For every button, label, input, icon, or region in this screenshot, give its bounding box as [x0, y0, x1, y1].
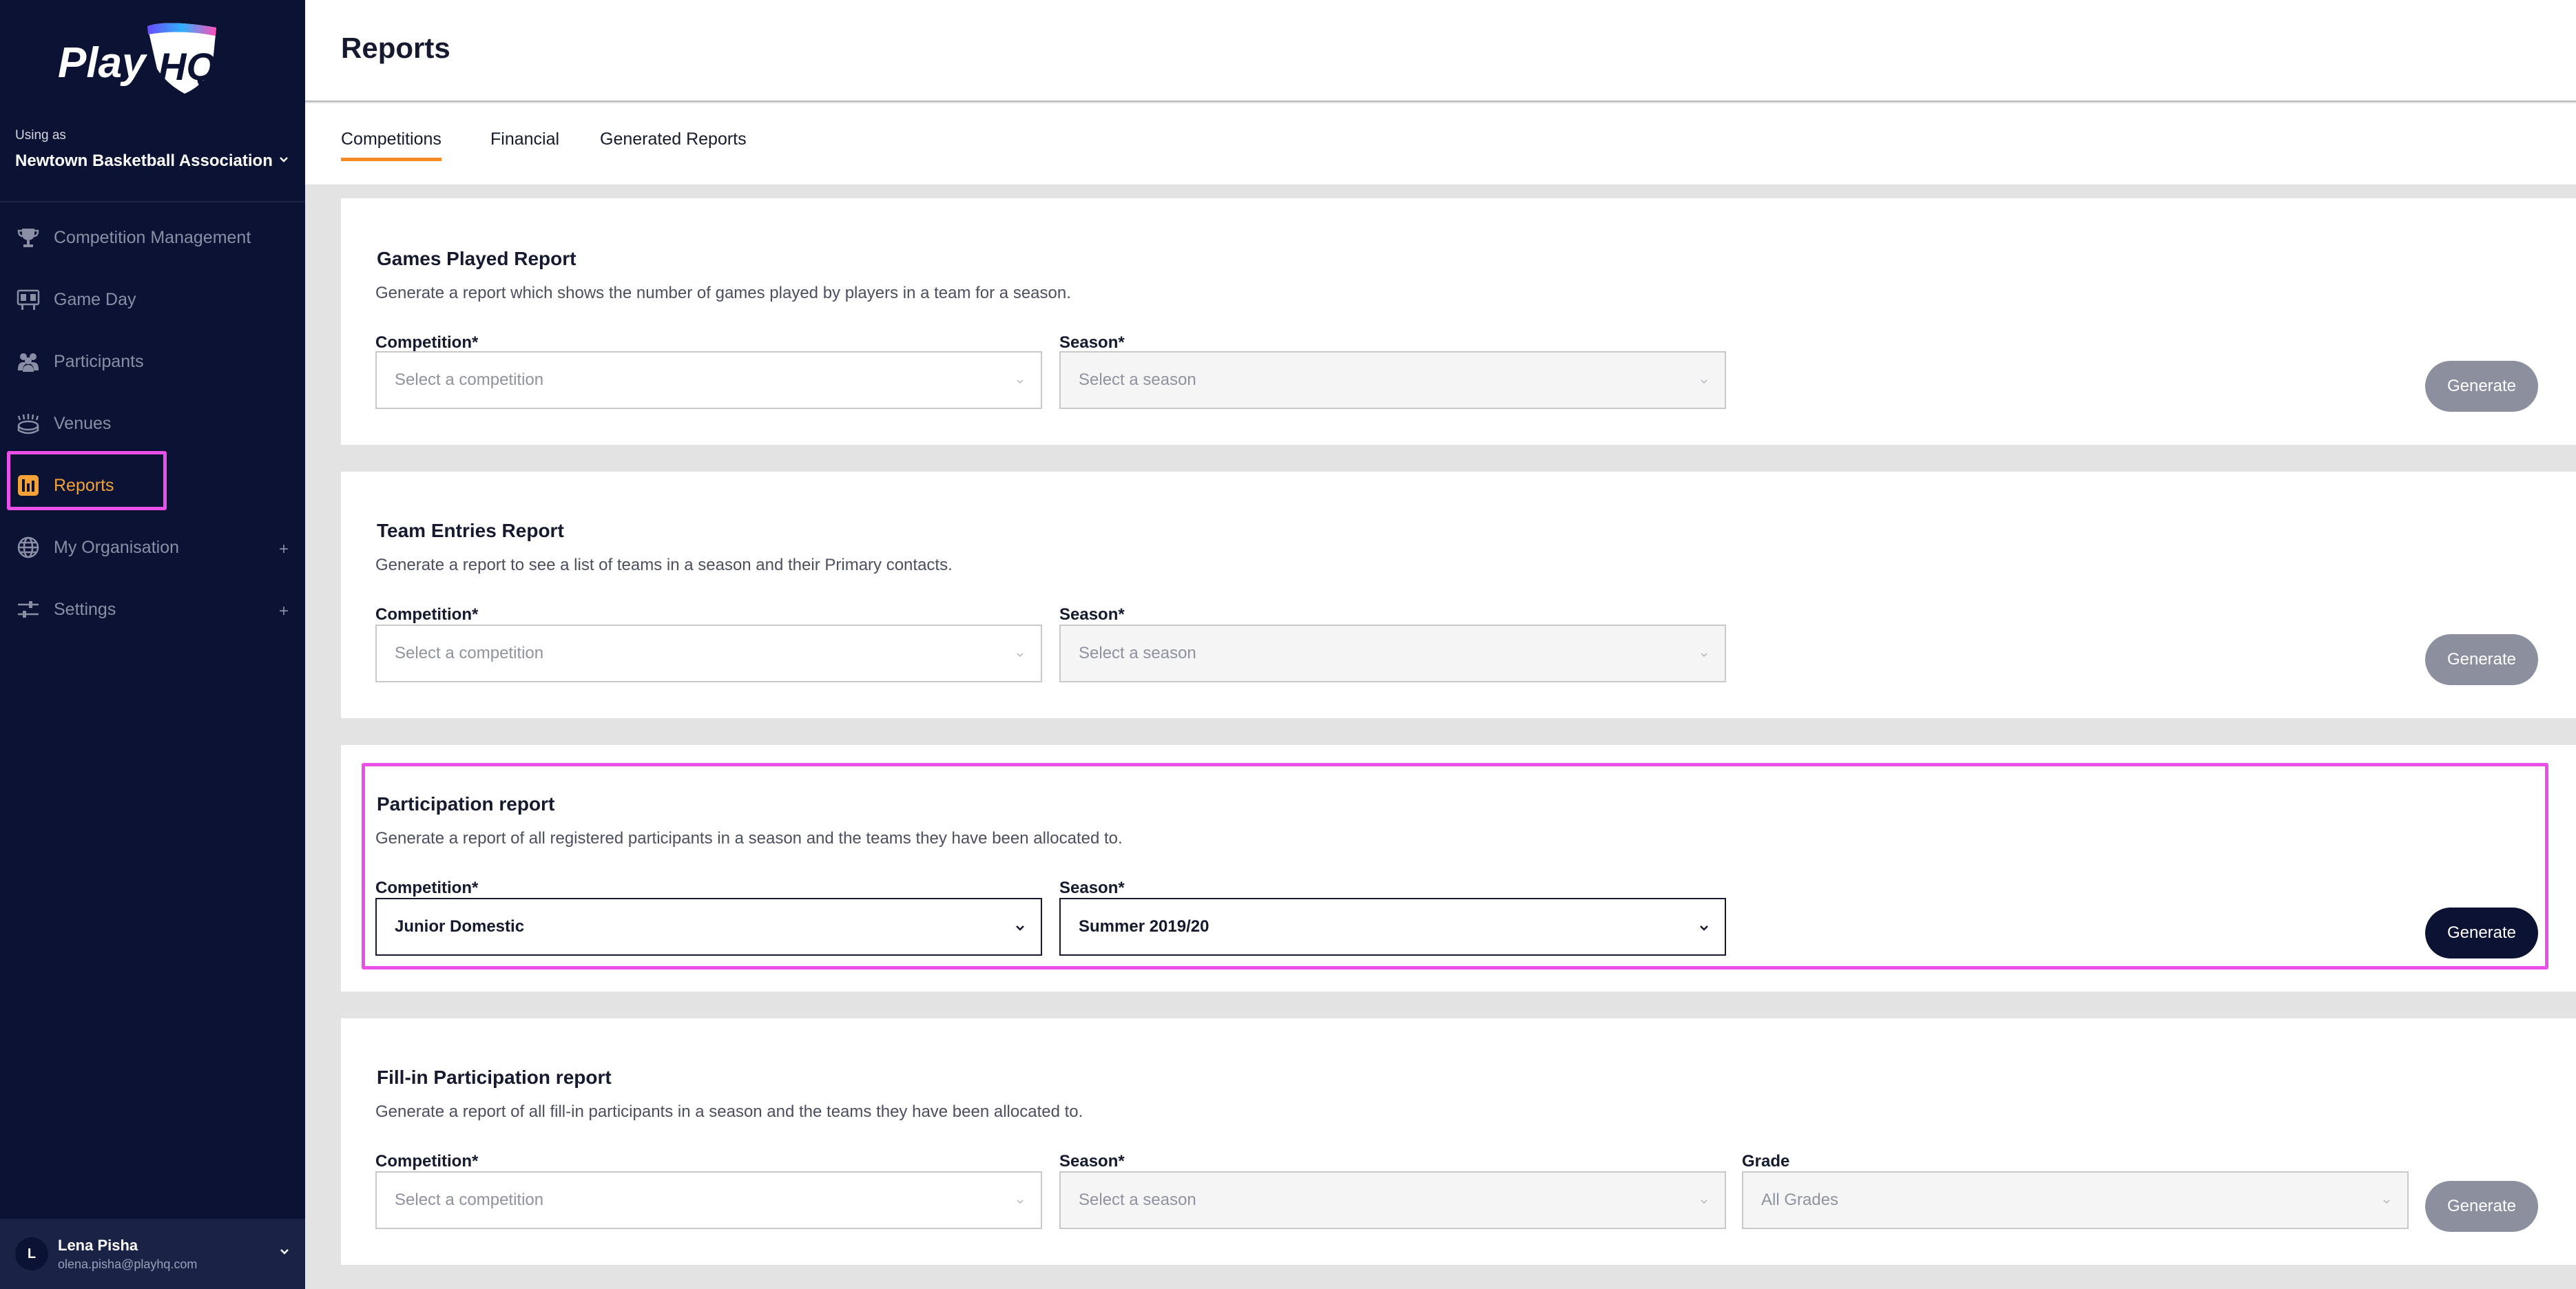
competition-label: Competition*	[375, 605, 479, 624]
sidebar-item-label: Game Day	[54, 289, 136, 309]
chevron-down-icon	[1017, 653, 1024, 658]
competition-label: Competition*	[375, 1152, 479, 1171]
season-select-value: Select a season	[1079, 1191, 1196, 1209]
report-description: Generate a report to see a list of teams…	[375, 556, 953, 574]
participants-icon	[15, 348, 41, 375]
season-label: Season*	[1059, 333, 1125, 352]
page-title: Reports	[341, 32, 450, 64]
generate-button[interactable]: Generate	[2425, 1181, 2538, 1232]
sidebar-item-participants[interactable]: Participants	[0, 331, 305, 392]
competition-select[interactable]: Select a competition	[375, 625, 1042, 682]
report-title: Team Entries Report	[377, 520, 564, 541]
sidebar-item-venues[interactable]: Venues	[0, 392, 305, 454]
generate-button[interactable]: Generate	[2425, 361, 2538, 412]
participation-report-highlight	[362, 763, 2548, 970]
sidebar-item-game-day[interactable]: Game Day	[0, 269, 305, 331]
report-card-games-played: Games Played Report Generate a report wh…	[341, 198, 2576, 445]
grade-label: Grade	[1742, 1152, 1790, 1171]
user-info: Lena Pisha olena.pisha@playhq.com	[58, 1237, 197, 1272]
scoreboard-icon	[15, 286, 41, 313]
organisation-name: Newtown Basketball Association	[15, 151, 273, 170]
season-label: Season*	[1059, 605, 1125, 624]
globe-icon	[15, 534, 41, 560]
grade-select[interactable]: All Grades	[1742, 1171, 2409, 1229]
app-root: Play HQ Using as Newtown Basketball Asso…	[0, 0, 2576, 1289]
tab-financial[interactable]: Financial	[490, 129, 559, 158]
using-as-label: Using as	[15, 128, 66, 143]
chevron-down-icon	[1701, 1199, 1707, 1204]
user-name: Lena Pisha	[58, 1236, 138, 1254]
stadium-icon	[15, 410, 41, 437]
competition-select-value: Select a competition	[395, 644, 544, 662]
season-label: Season*	[1059, 1152, 1125, 1171]
season-select-value: Select a season	[1079, 370, 1196, 389]
chevron-down-icon	[2383, 1199, 2390, 1204]
chevron-down-icon	[280, 157, 288, 163]
page-header: Reports	[305, 0, 2576, 102]
expand-plus-icon[interactable]: +	[279, 540, 289, 559]
report-title: Games Played Report	[377, 248, 577, 269]
season-select[interactable]: Select a season	[1059, 625, 1726, 682]
sidebar: Play HQ Using as Newtown Basketball Asso…	[0, 0, 305, 1289]
tab-generated-reports[interactable]: Generated Reports	[600, 129, 747, 158]
user-email: olena.pisha@playhq.com	[58, 1257, 198, 1271]
sidebar-item-settings[interactable]: Settings +	[0, 578, 305, 640]
reports-content: Games Played Report Generate a report wh…	[305, 185, 2576, 1289]
chevron-down-icon	[1701, 653, 1707, 658]
reports-nav-highlight	[7, 451, 167, 510]
tab-competitions[interactable]: Competitions	[341, 129, 442, 161]
competition-select[interactable]: Select a competition	[375, 351, 1042, 409]
sliders-icon	[15, 596, 41, 622]
competition-label: Competition*	[375, 333, 479, 352]
competition-select-value: Select a competition	[395, 1191, 544, 1209]
playhq-logo[interactable]: Play HQ	[56, 21, 222, 96]
sidebar-item-my-organisation[interactable]: My Organisation +	[0, 516, 305, 578]
competition-select[interactable]: Select a competition	[375, 1171, 1042, 1229]
organisation-switcher[interactable]: Using as Newtown Basketball Association	[15, 128, 298, 171]
sidebar-item-label: Competition Management	[54, 227, 251, 247]
season-select[interactable]: Select a season	[1059, 1171, 1726, 1229]
sidebar-item-label: Venues	[54, 413, 112, 433]
expand-plus-icon[interactable]: +	[279, 602, 289, 621]
avatar: L	[15, 1237, 48, 1270]
generate-button[interactable]: Generate	[2425, 634, 2538, 685]
report-card-team-entries: Team Entries Report Generate a report to…	[341, 472, 2576, 718]
sidebar-item-label: Participants	[54, 351, 144, 371]
chevron-down-icon	[1017, 379, 1024, 384]
svg-text:HQ: HQ	[158, 45, 216, 88]
sidebar-item-label: My Organisation	[54, 537, 180, 557]
competition-select-value: Select a competition	[395, 370, 544, 389]
trophy-icon	[15, 224, 41, 251]
tab-bar: Competitions Financial Generated Reports	[305, 103, 2576, 185]
chevron-down-icon	[280, 1249, 289, 1255]
sidebar-item-label: Settings	[54, 599, 116, 619]
sidebar-nav: Competition Management Game Day Particip…	[0, 207, 305, 640]
sidebar-divider	[0, 201, 305, 202]
grade-select-value: All Grades	[1761, 1191, 1839, 1209]
season-select[interactable]: Select a season	[1059, 351, 1726, 409]
chevron-down-icon	[1701, 379, 1707, 384]
report-description: Generate a report which shows the number…	[375, 284, 1071, 302]
season-select-value: Select a season	[1079, 644, 1196, 662]
chevron-down-icon	[1017, 1199, 1024, 1204]
report-card-fill-in-participation: Fill-in Participation report Generate a …	[341, 1018, 2576, 1265]
svg-text:Play: Play	[58, 39, 148, 87]
report-description: Generate a report of all fill-in partici…	[375, 1102, 1083, 1121]
sidebar-item-competition-management[interactable]: Competition Management	[0, 207, 305, 269]
report-title: Fill-in Participation report	[377, 1067, 612, 1088]
user-menu[interactable]: L Lena Pisha olena.pisha@playhq.com	[0, 1219, 305, 1289]
